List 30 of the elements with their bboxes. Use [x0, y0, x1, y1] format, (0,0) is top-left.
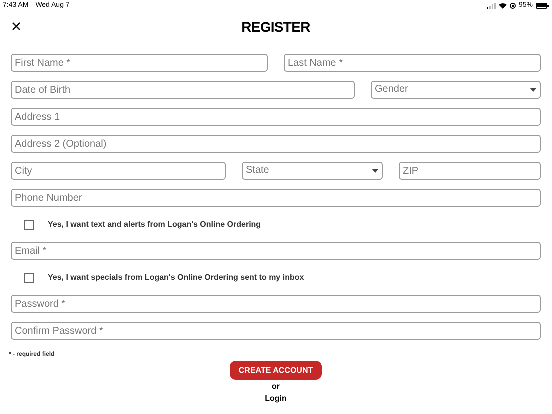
input-field[interactable]: ZIP — [399, 162, 541, 180]
signal-icon — [486, 3, 496, 9]
close-button[interactable] — [10, 20, 22, 32]
input-field[interactable]: Address 1 — [11, 108, 541, 126]
checkbox[interactable] — [24, 272, 34, 282]
create-account-button[interactable]: CREATE ACCOUNT — [230, 361, 322, 380]
input-field[interactable]: Last Name * — [284, 54, 541, 72]
dropdown-placeholder: Gender — [375, 85, 408, 95]
input-field[interactable]: Phone Number — [11, 189, 541, 207]
input-field[interactable]: Address 2 (Optional) — [11, 135, 541, 153]
battery-icon — [536, 3, 549, 9]
checkbox-label: Yes, I want text and alerts from Logan's Online Ordering — [48, 218, 262, 230]
wifi-icon — [498, 3, 507, 9]
dropdown-placeholder: State — [246, 166, 270, 176]
input-field[interactable]: Password * — [11, 295, 541, 313]
caret-icon — [530, 88, 537, 92]
caret-icon — [372, 169, 379, 173]
input-field[interactable]: Confirm Password * — [11, 322, 541, 340]
dropdown-field[interactable]: Gender — [371, 81, 541, 99]
page-title: REGISTER — [242, 18, 310, 36]
login-link[interactable]: Login — [265, 394, 287, 404]
input-field[interactable]: Email * — [11, 242, 541, 260]
input-field[interactable]: City — [11, 162, 226, 180]
dropdown-field[interactable]: State — [242, 162, 383, 180]
input-field[interactable]: First Name * — [11, 54, 268, 72]
checkbox[interactable] — [24, 220, 34, 230]
checkbox-label: Yes, I want specials from Logan's Online Ordering sent to my inbox — [48, 272, 304, 284]
or-text: or — [272, 382, 280, 392]
close-icon — [12, 22, 20, 30]
input-field[interactable]: Date of Birth — [11, 81, 355, 99]
